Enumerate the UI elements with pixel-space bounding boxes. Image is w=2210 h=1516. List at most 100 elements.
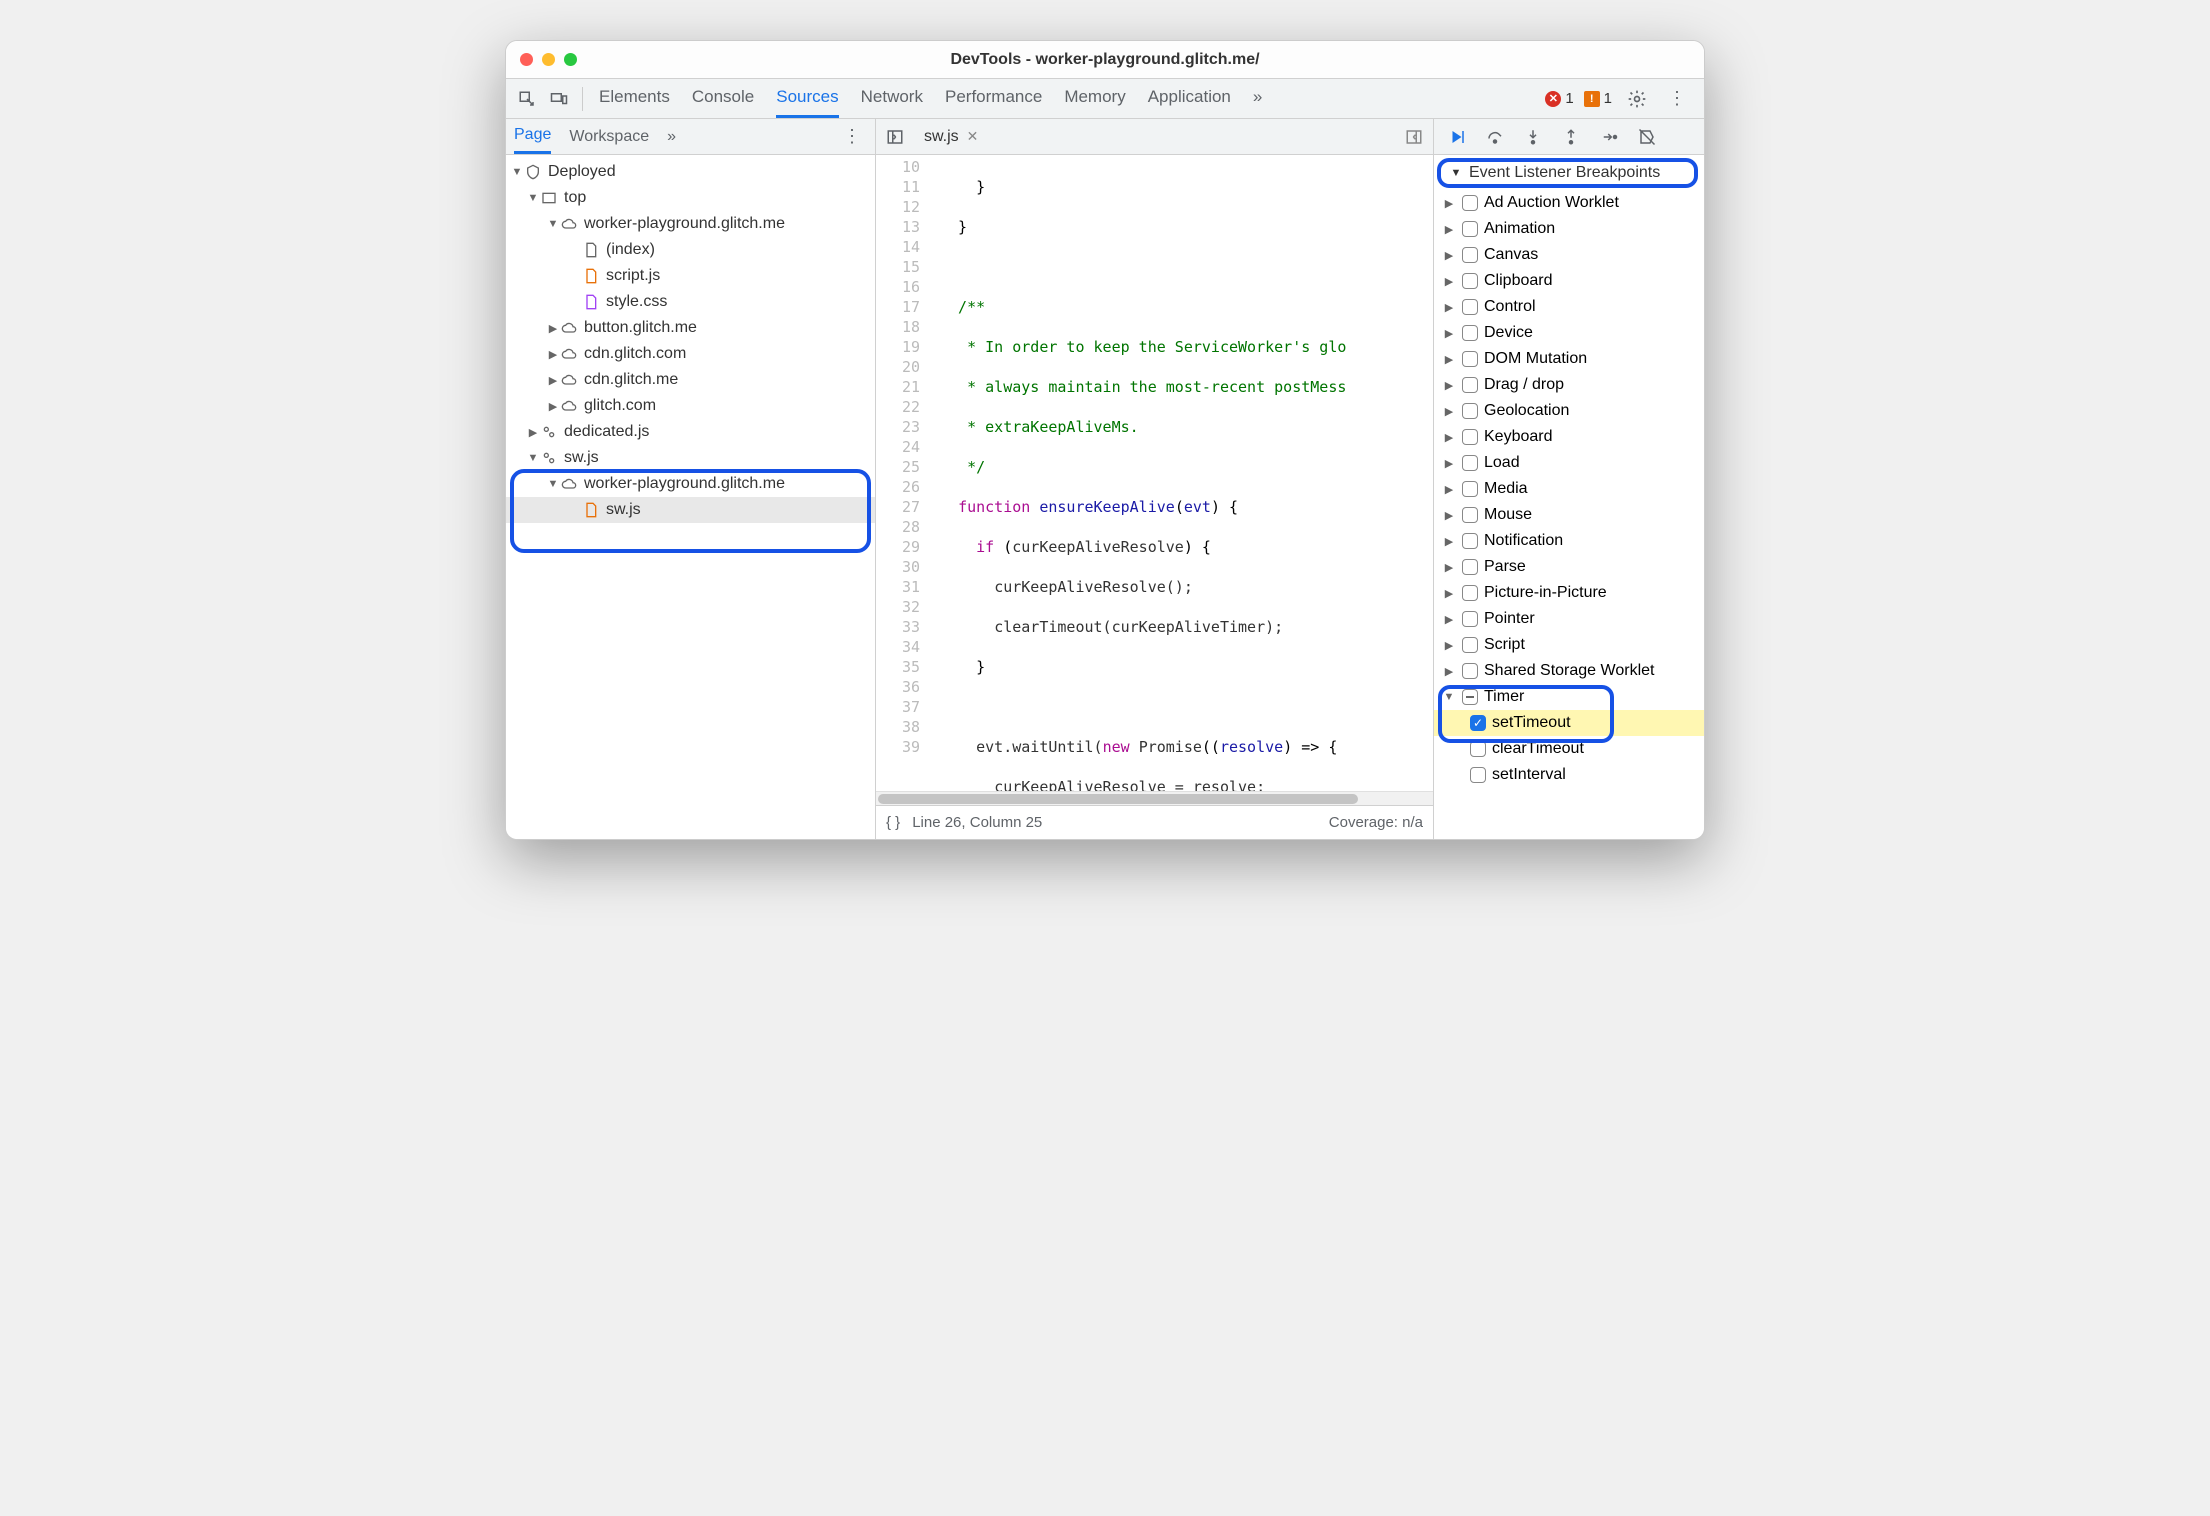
tree-domain[interactable]: glitch.com (506, 393, 875, 419)
horizontal-scrollbar[interactable] (876, 791, 1433, 805)
subtab-workspace[interactable]: Workspace (569, 121, 649, 153)
event-category[interactable]: Mouse (1434, 502, 1704, 528)
event-category[interactable]: Picture-in-Picture (1434, 580, 1704, 606)
tab-elements[interactable]: Elements (599, 79, 670, 118)
tree-label: dedicated.js (564, 423, 649, 441)
subtab-overflow[interactable]: » (667, 121, 676, 153)
maximize-icon[interactable] (564, 53, 577, 66)
cloud-icon (560, 397, 578, 415)
category-label: Drag / drop (1484, 376, 1564, 394)
event-category-timer[interactable]: Timer (1434, 684, 1704, 710)
warning-count[interactable]: ! 1 (1584, 90, 1612, 107)
tab-console[interactable]: Console (692, 79, 754, 118)
deployed-icon (524, 163, 542, 181)
pretty-print-icon[interactable]: { } (886, 814, 900, 831)
gear-icon[interactable] (1622, 84, 1652, 114)
event-category[interactable]: Script (1434, 632, 1704, 658)
code-editor[interactable]: 1011121314 1516171819 2021222324 2526272… (876, 155, 1433, 791)
event-category[interactable]: Canvas (1434, 242, 1704, 268)
titlebar: DevTools - worker-playground.glitch.me/ (506, 41, 1704, 79)
tree-deployed[interactable]: Deployed (506, 159, 875, 185)
toggle-debugger-icon[interactable] (1401, 124, 1427, 150)
event-category[interactable]: Device (1434, 320, 1704, 346)
line-gutter: 1011121314 1516171819 2021222324 2526272… (876, 155, 930, 791)
event-category[interactable]: Animation (1434, 216, 1704, 242)
category-label: Mouse (1484, 506, 1532, 524)
tree-label: script.js (606, 267, 660, 285)
tab-sources[interactable]: Sources (776, 79, 838, 118)
scrollbar-thumb[interactable] (878, 794, 1358, 804)
event-category[interactable]: Geolocation (1434, 398, 1704, 424)
event-setinterval[interactable]: setInterval (1434, 762, 1704, 788)
document-icon (582, 241, 600, 259)
tree-domain[interactable]: cdn.glitch.me (506, 367, 875, 393)
tree-file-index[interactable]: (index) (506, 237, 875, 263)
event-category[interactable]: DOM Mutation (1434, 346, 1704, 372)
toggle-navigator-icon[interactable] (882, 124, 908, 150)
category-label: Geolocation (1484, 402, 1569, 420)
step-into-icon[interactable] (1522, 126, 1544, 148)
close-icon[interactable] (520, 53, 533, 66)
category-label: Pointer (1484, 610, 1535, 628)
tree-domain[interactable]: button.glitch.me (506, 315, 875, 341)
window-title: DevTools - worker-playground.glitch.me/ (520, 51, 1690, 69)
divider (582, 87, 583, 111)
file-tabbar: sw.js ✕ (876, 119, 1433, 155)
step-icon[interactable] (1598, 126, 1620, 148)
subtab-page[interactable]: Page (514, 119, 551, 154)
step-over-icon[interactable] (1484, 126, 1506, 148)
gears-icon (540, 449, 558, 467)
close-tab-icon[interactable]: ✕ (967, 128, 979, 145)
file-tab-sw[interactable]: sw.js ✕ (914, 119, 988, 154)
event-category[interactable]: Keyboard (1434, 424, 1704, 450)
event-category[interactable]: Ad Auction Worklet (1434, 190, 1704, 216)
event-category[interactable]: Pointer (1434, 606, 1704, 632)
error-count[interactable]: ✕ 1 (1545, 90, 1573, 107)
event-category[interactable]: Shared Storage Worklet (1434, 658, 1704, 684)
event-cleartimeout[interactable]: clearTimeout (1434, 736, 1704, 762)
script-icon (582, 501, 600, 519)
tab-application[interactable]: Application (1148, 79, 1231, 118)
tab-network[interactable]: Network (861, 79, 923, 118)
code-content[interactable]: } } /** * In order to keep the ServiceWo… (930, 155, 1433, 791)
step-out-icon[interactable] (1560, 126, 1582, 148)
tree-domain[interactable]: cdn.glitch.com (506, 341, 875, 367)
event-category[interactable]: Load (1434, 450, 1704, 476)
debug-controls (1434, 119, 1704, 155)
tree-file-script[interactable]: script.js (506, 263, 875, 289)
tree-top[interactable]: top (506, 185, 875, 211)
inspect-icon[interactable] (512, 84, 542, 114)
chevron-down-icon (1449, 167, 1463, 179)
tree-label: sw.js (564, 449, 599, 467)
category-label: Ad Auction Worklet (1484, 194, 1619, 212)
navigator-kebab-icon[interactable]: ⋮ (837, 122, 867, 152)
tree-dedicated[interactable]: dedicated.js (506, 419, 875, 445)
tab-performance[interactable]: Performance (945, 79, 1042, 118)
tab-memory[interactable]: Memory (1064, 79, 1125, 118)
event-category[interactable]: Control (1434, 294, 1704, 320)
tree-domain-main[interactable]: worker-playground.glitch.me (506, 211, 875, 237)
category-label: Keyboard (1484, 428, 1553, 446)
event-category[interactable]: Notification (1434, 528, 1704, 554)
checkbox-checked-icon[interactable]: ✓ (1470, 715, 1486, 731)
tree-sw-file[interactable]: sw.js (506, 497, 875, 523)
event-category[interactable]: Media (1434, 476, 1704, 502)
event-breakpoints-header[interactable]: Event Listener Breakpoints (1437, 158, 1698, 188)
editor-statusbar: { } Line 26, Column 25 Coverage: n/a (876, 805, 1433, 839)
event-settimeout[interactable]: ✓setTimeout (1434, 710, 1704, 736)
tree-sw-domain[interactable]: worker-playground.glitch.me (506, 471, 875, 497)
event-category[interactable]: Parse (1434, 554, 1704, 580)
event-category[interactable]: Clipboard (1434, 268, 1704, 294)
resume-icon[interactable] (1446, 126, 1468, 148)
device-icon[interactable] (544, 84, 574, 114)
tabs-overflow[interactable]: » (1253, 79, 1262, 118)
event-category[interactable]: Drag / drop (1434, 372, 1704, 398)
kebab-icon[interactable]: ⋮ (1662, 84, 1692, 114)
minimize-icon[interactable] (542, 53, 555, 66)
tree-file-style[interactable]: style.css (506, 289, 875, 315)
deactivate-breakpoints-icon[interactable] (1636, 126, 1658, 148)
panel-tabs: Elements Console Sources Network Perform… (591, 79, 1543, 118)
category-label: Shared Storage Worklet (1484, 662, 1654, 680)
error-count-value: 1 (1565, 90, 1573, 107)
tree-sw-root[interactable]: sw.js (506, 445, 875, 471)
